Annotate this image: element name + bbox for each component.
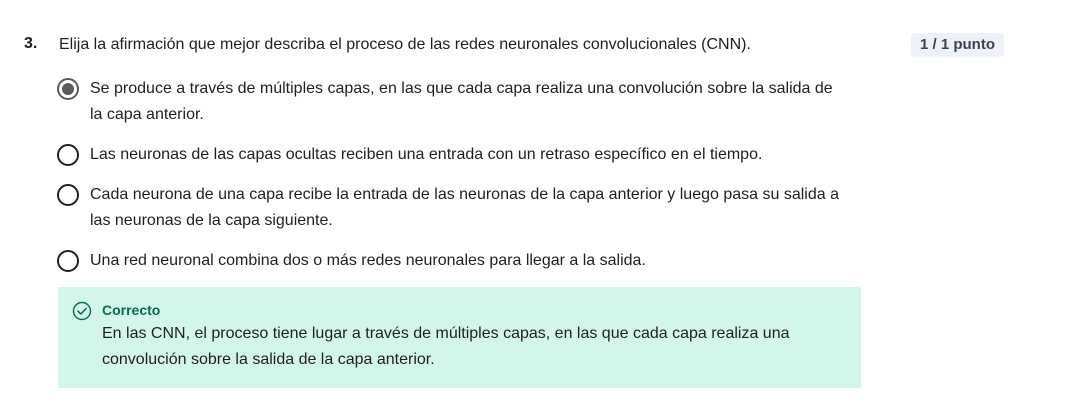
feedback-panel: Correcto En las CNN, el proceso tiene lu… [58,287,861,388]
option-3[interactable]: Cada neurona de una capa recibe la entra… [56,182,856,234]
option-3-line-1: Cada neurona de una capa recibe la entra… [90,186,839,203]
option-1-line-2: la capa anterior. [90,106,204,123]
radio-selected-icon[interactable] [57,78,79,100]
option-3-line-2: las neuronas de la capa siguiente. [90,212,333,229]
radio-icon[interactable] [57,144,79,166]
feedback-title: Correcto [102,302,161,318]
question-text: Elija la afirmación que mejor describa e… [59,36,751,53]
check-circle-icon [72,301,92,321]
option-1-line-1: Se produce a través de múltiples capas, … [90,80,833,97]
answer-options: Se produce a través de múltiples capas, … [56,76,856,288]
option-2-line-1: Las neuronas de las capas ocultas recibe… [90,146,763,163]
option-4-line-1: Una red neuronal combina dos o más redes… [90,252,646,269]
radio-icon[interactable] [57,184,79,206]
radio-icon[interactable] [57,250,79,272]
feedback-line-1: En las CNN, el proceso tiene lugar a tra… [102,325,790,342]
option-2[interactable]: Las neuronas de las capas ocultas recibe… [56,142,856,168]
option-4[interactable]: Una red neuronal combina dos o más redes… [56,248,856,274]
question-number: 3. [24,35,38,52]
quiz-question: 3. Elija la afirmación que mejor describ… [0,0,1081,410]
option-1[interactable]: Se produce a través de múltiples capas, … [56,76,856,128]
score-badge: 1 / 1 punto [911,33,1004,57]
feedback-line-2: convolución sobre la salida de la capa a… [102,351,435,368]
